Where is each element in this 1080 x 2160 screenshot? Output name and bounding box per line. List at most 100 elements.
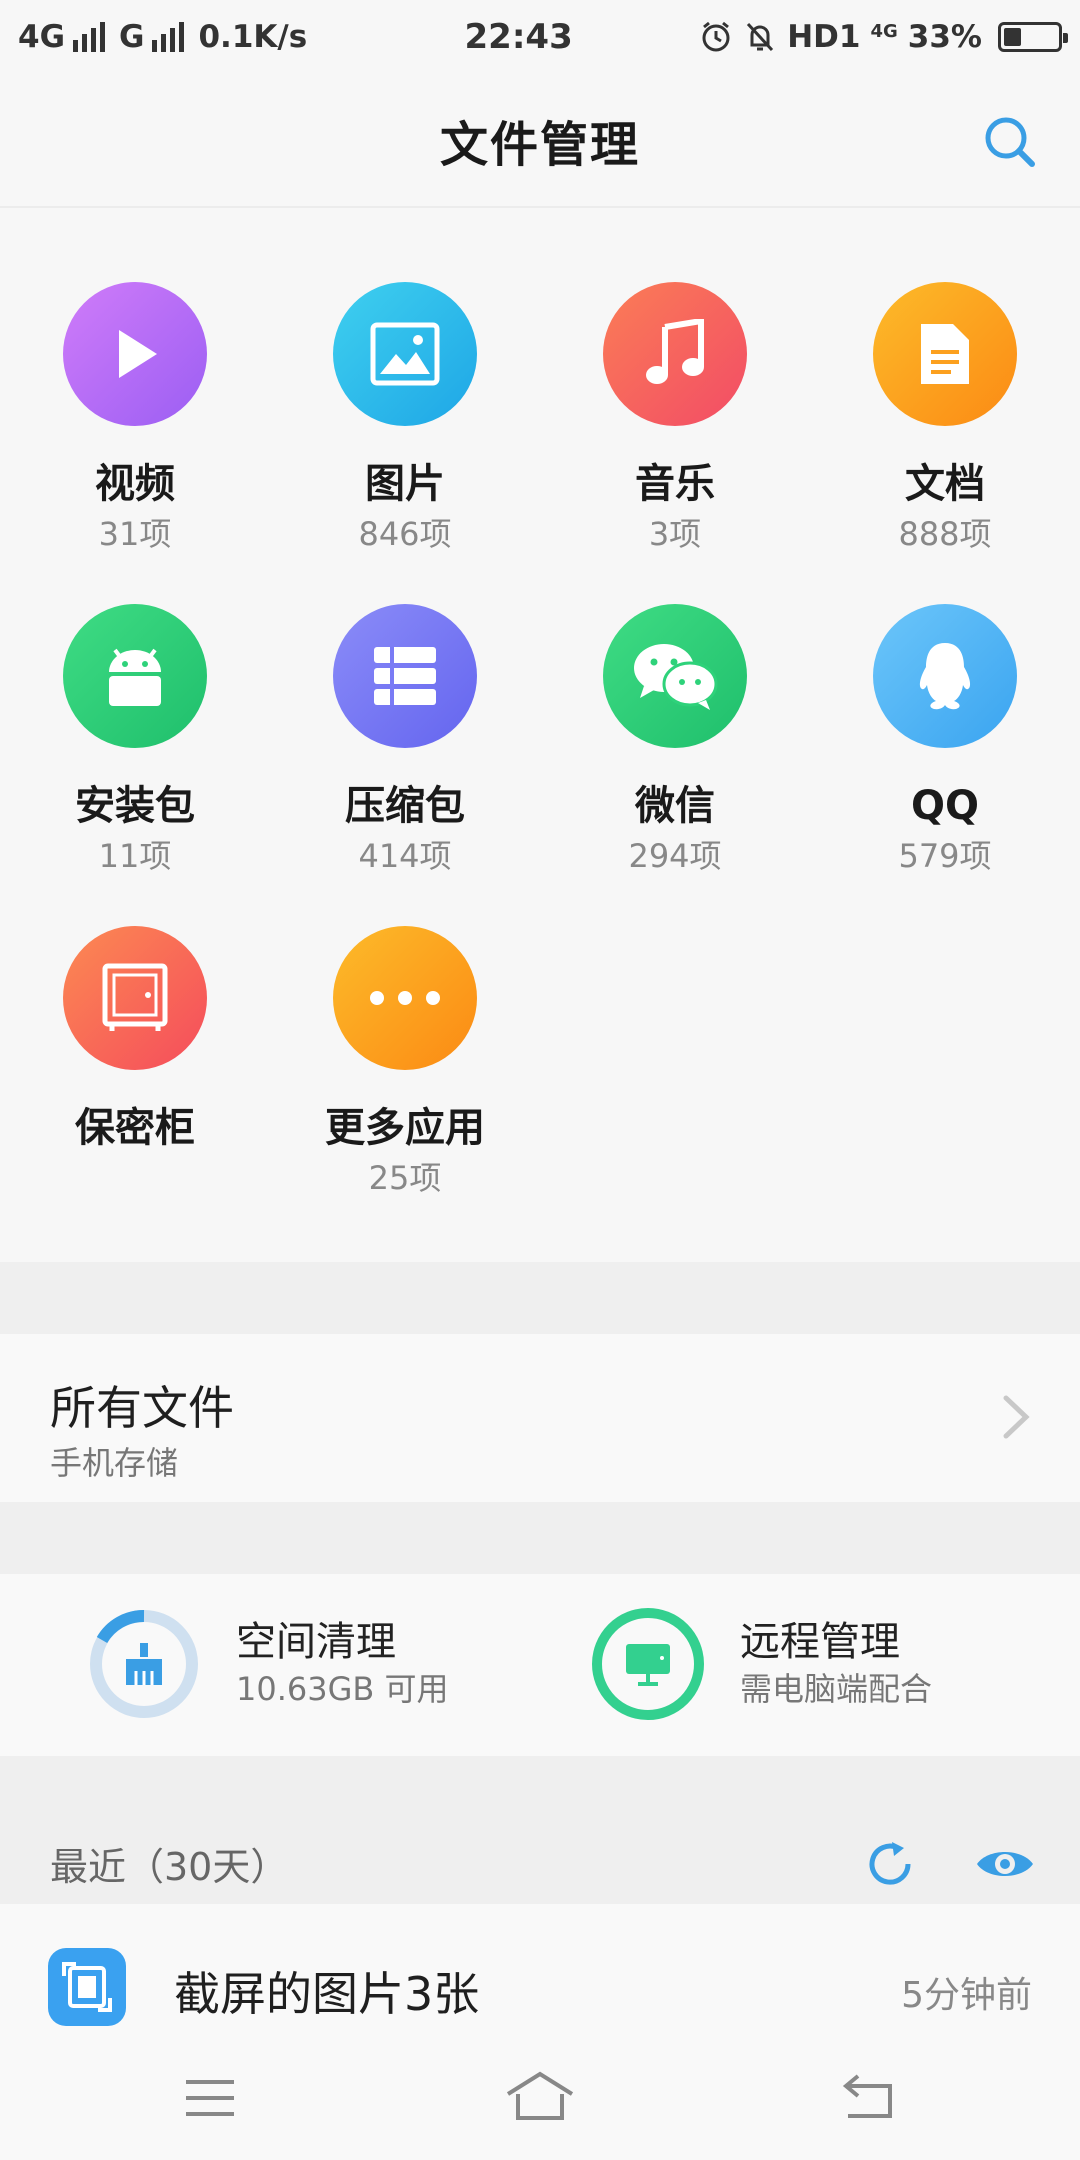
app-header: 文件管理 <box>0 74 1080 208</box>
tools-row: 空间清理 10.63GB 可用 远程管理 需电脑端配合 <box>0 1574 1080 1756</box>
clock: 22:43 <box>464 17 573 57</box>
apk-category-icon <box>63 604 207 748</box>
hd-indicator: HD1 <box>787 19 861 55</box>
status-right: HD1 4G 33% <box>699 19 1068 55</box>
category-more-apps[interactable]: 更多应用 25项 <box>270 926 540 1198</box>
category-grid: 视频 31项 图片 846项 音乐 3项 文档 888项 安装包 11项 压缩包 <box>0 208 1080 1262</box>
screenshot-icon <box>62 1962 112 2012</box>
search-icon <box>985 117 1035 167</box>
space-clean-tool[interactable]: 空间清理 10.63GB 可用 <box>88 1608 449 1720</box>
category-zip[interactable]: 压缩包 414项 <box>270 604 540 876</box>
category-label: 图片 <box>365 461 445 507</box>
space-clean-title: 空间清理 <box>236 1619 396 1665</box>
category-label: 保密柜 <box>75 1105 195 1151</box>
space-clean-text: 空间清理 10.63GB 可用 <box>236 1617 449 1711</box>
category-label: 音乐 <box>635 461 715 507</box>
category-docs[interactable]: 文档 888项 <box>810 282 1080 554</box>
mute-bell-icon <box>747 22 774 52</box>
remote-manage-text: 远程管理 需电脑端配合 <box>740 1617 932 1711</box>
signal-strength-icon <box>73 22 106 52</box>
search-button[interactable] <box>980 112 1040 172</box>
back-button[interactable] <box>834 2070 904 2126</box>
category-video[interactable]: 视频 31项 <box>0 282 270 554</box>
battery-percent: 33% <box>907 19 982 55</box>
category-count: 3项 <box>648 515 702 553</box>
category-label: 文档 <box>905 461 985 507</box>
category-apk[interactable]: 安装包 11项 <box>0 604 270 876</box>
remote-ring <box>592 1608 704 1720</box>
safe-icon <box>102 963 168 1031</box>
broom-icon <box>126 1643 162 1685</box>
status-left: 4G G 0.1K/s <box>18 19 398 55</box>
qq-category-icon <box>873 604 1017 748</box>
category-images[interactable]: 图片 846项 <box>270 282 540 554</box>
category-label: 视频 <box>95 461 175 507</box>
menu-icon <box>186 2080 234 2116</box>
alarm-icon <box>702 21 730 52</box>
status-bar: 4G G 0.1K/s 22:43 HD1 4G 33% <box>0 0 1080 74</box>
network-speed: 0.1K/s <box>198 19 308 55</box>
category-count: 11项 <box>98 837 172 875</box>
more-dots-icon <box>370 991 440 1005</box>
recent-header: 最近（30天） <box>0 1756 1080 1904</box>
home-icon <box>506 2071 574 2120</box>
recent-item-time: 5分钟前 <box>901 1975 1032 2016</box>
space-clean-subtitle: 10.63GB 可用 <box>236 1670 449 1708</box>
category-label: 更多应用 <box>325 1105 485 1151</box>
category-label: 安装包 <box>75 783 195 829</box>
category-wechat[interactable]: 微信 294项 <box>540 604 810 876</box>
category-music[interactable]: 音乐 3项 <box>540 282 810 554</box>
visibility-toggle-button[interactable] <box>974 1842 1036 1886</box>
category-label: 压缩包 <box>345 783 465 829</box>
safe-category-icon <box>63 926 207 1070</box>
network-type-label-2: G <box>119 19 145 55</box>
category-count: 888项 <box>898 515 992 553</box>
all-files-subtitle: 手机存储 <box>50 1444 179 1482</box>
remote-manage-tool[interactable]: 远程管理 需电脑端配合 <box>592 1608 932 1720</box>
chevron-right-icon <box>1003 1395 1030 1439</box>
monitor-icon <box>626 1644 670 1686</box>
navigation-bar <box>0 2044 1080 2160</box>
eye-icon <box>977 1852 1033 1876</box>
menu-button[interactable] <box>176 2070 246 2126</box>
music-note-icon <box>646 319 704 384</box>
android-icon <box>109 648 161 706</box>
document-icon <box>921 324 969 384</box>
refresh-icon <box>869 1842 911 1885</box>
category-label: 微信 <box>635 783 715 829</box>
category-count: 414项 <box>358 837 452 875</box>
category-count: 25项 <box>368 1159 442 1197</box>
category-label: QQ <box>910 783 979 829</box>
remote-manage-title: 远程管理 <box>740 1619 900 1665</box>
music-category-icon <box>603 282 747 426</box>
category-safe[interactable]: 保密柜 <box>0 926 270 1158</box>
remote-manage-subtitle: 需电脑端配合 <box>740 1670 933 1708</box>
category-count: 31项 <box>98 515 172 553</box>
section-divider <box>0 1502 1080 1574</box>
images-category-icon <box>333 282 477 426</box>
network-type-label-3: 4G <box>870 20 898 42</box>
category-count: 579项 <box>898 837 992 875</box>
video-category-icon <box>63 282 207 426</box>
qq-penguin-icon <box>919 643 971 710</box>
wechat-icon <box>634 644 718 710</box>
category-count: 846项 <box>358 515 452 553</box>
wechat-category-icon <box>603 604 747 748</box>
image-icon <box>370 322 440 386</box>
more-apps-category-icon <box>333 926 477 1070</box>
refresh-button[interactable] <box>864 1838 916 1890</box>
recent-title: 最近（30天） <box>50 1845 289 1889</box>
all-files-title: 所有文件 <box>50 1381 234 1435</box>
recent-item-title: 截屏的图片3张 <box>174 1967 480 2021</box>
screenshot-file-icon <box>48 1948 126 2026</box>
all-files-row[interactable]: 所有文件 手机存储 <box>0 1334 1080 1502</box>
category-qq[interactable]: QQ 579项 <box>810 604 1080 876</box>
network-type-label: 4G <box>18 19 66 55</box>
storage-ring <box>88 1608 200 1720</box>
home-button[interactable] <box>504 2070 574 2126</box>
section-divider <box>0 1262 1080 1334</box>
page-title: 文件管理 <box>439 117 640 173</box>
play-icon <box>119 330 157 378</box>
signal-strength-icon-2 <box>152 22 185 52</box>
category-count: 294项 <box>628 837 722 875</box>
